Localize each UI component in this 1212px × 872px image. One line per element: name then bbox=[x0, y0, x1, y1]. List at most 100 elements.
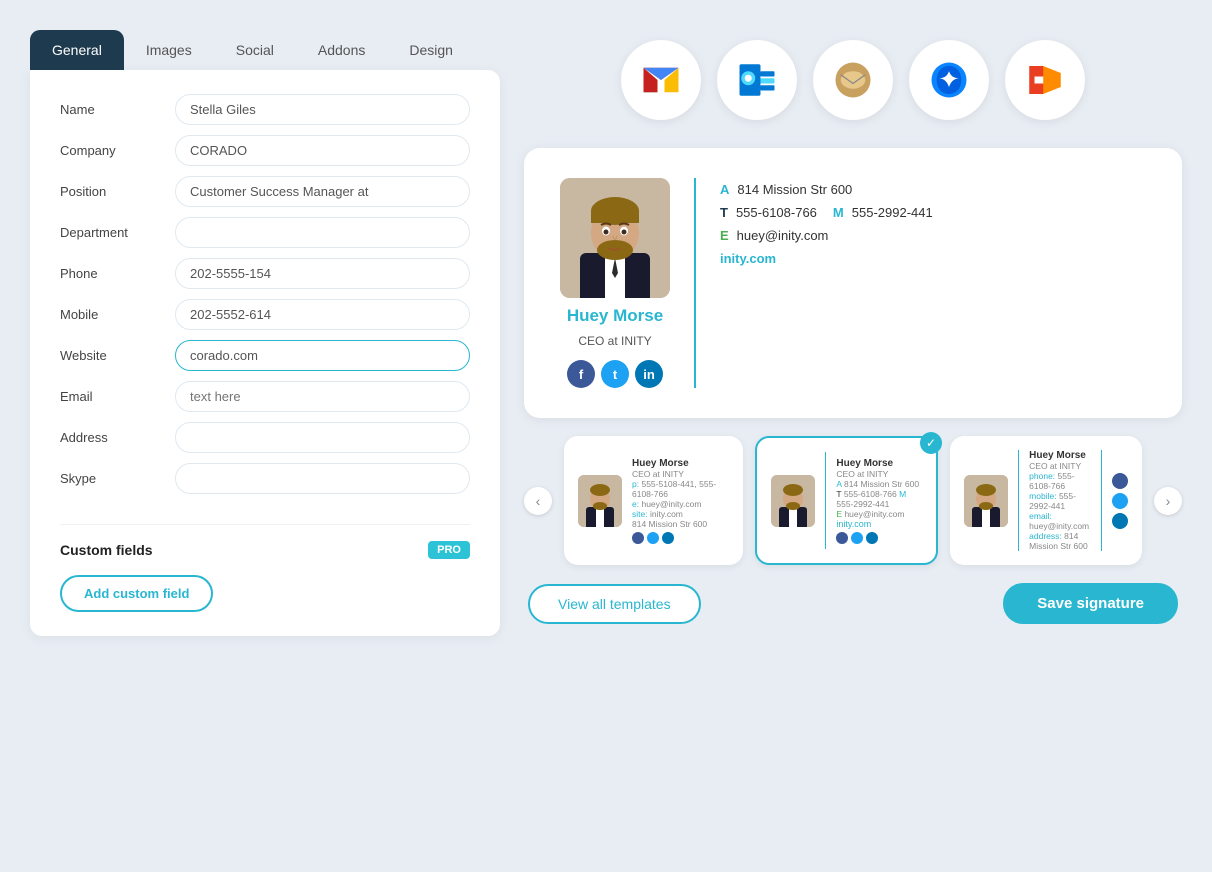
outlook-client-icon[interactable] bbox=[717, 40, 797, 120]
action-row: View all templates Save signature bbox=[524, 583, 1182, 624]
template-3-divider bbox=[1018, 450, 1019, 551]
template-3-title: CEO at INITY bbox=[1029, 461, 1091, 471]
signature-inner: Huey Morse CEO at INITY f t in A 814 Mis… bbox=[560, 178, 1146, 388]
sig-phone-key: T bbox=[720, 205, 728, 220]
pro-badge: PRO bbox=[428, 541, 470, 559]
facebook-icon[interactable]: f bbox=[567, 360, 595, 388]
template-1-email: e: huey@inity.com bbox=[632, 499, 729, 509]
templates-row: ‹ Huey Morse CEO at INITY bbox=[524, 436, 1182, 565]
tab-social[interactable]: Social bbox=[214, 30, 296, 70]
template-card-2[interactable]: ✓ Huey Morse CEO at INITY bbox=[755, 436, 938, 565]
template-2-divider bbox=[825, 452, 826, 549]
office365-client-icon[interactable] bbox=[1005, 40, 1085, 120]
left-panel: General Images Social Addons Design Name… bbox=[30, 30, 500, 636]
mobile-input[interactable] bbox=[175, 299, 470, 330]
view-templates-button[interactable]: View all templates bbox=[528, 584, 701, 624]
skype-row: Skype bbox=[60, 463, 470, 494]
template-3-name: Huey Morse bbox=[1029, 450, 1091, 461]
email-row: Email bbox=[60, 381, 470, 412]
add-custom-field-button[interactable]: Add custom field bbox=[60, 575, 213, 612]
company-label: Company bbox=[60, 143, 175, 158]
custom-fields-title: Custom fields bbox=[60, 542, 153, 558]
website-label: Website bbox=[60, 348, 175, 363]
template-card-3[interactable]: Huey Morse CEO at INITY phone: 555-6108-… bbox=[950, 436, 1142, 565]
template-1-social bbox=[632, 532, 729, 544]
twitter-icon[interactable]: t bbox=[601, 360, 629, 388]
sig-phone-row: T 555-6108-766 M 555-2992-441 bbox=[720, 205, 933, 220]
tab-general[interactable]: General bbox=[30, 30, 124, 70]
name-label: Name bbox=[60, 102, 175, 117]
department-input[interactable] bbox=[175, 217, 470, 248]
company-row: Company bbox=[60, 135, 470, 166]
gmail-client-icon[interactable] bbox=[621, 40, 701, 120]
signature-divider bbox=[694, 178, 696, 388]
name-row: Name bbox=[60, 94, 470, 125]
email-clients-row bbox=[524, 30, 1182, 130]
company-input[interactable] bbox=[175, 135, 470, 166]
template-1-info: Huey Morse CEO at INITY p: 555-5108-441,… bbox=[632, 458, 729, 544]
sig-address-row: A 814 Mission Str 600 bbox=[720, 182, 933, 197]
linkedin-icon[interactable]: in bbox=[635, 360, 663, 388]
templates-prev-button[interactable]: ‹ bbox=[524, 487, 552, 515]
sig-website-value[interactable]: inity.com bbox=[720, 251, 776, 266]
tab-design[interactable]: Design bbox=[387, 30, 475, 70]
signature-name: Huey Morse bbox=[567, 306, 663, 326]
template-2-phone: T 555-6108-766 M 555-2992-441 bbox=[836, 489, 922, 509]
tab-images[interactable]: Images bbox=[124, 30, 214, 70]
sig-email-value: huey@inity.com bbox=[737, 228, 829, 243]
tab-bar: General Images Social Addons Design bbox=[30, 30, 500, 70]
address-input[interactable] bbox=[175, 422, 470, 453]
sig-address-value: 814 Mission Str 600 bbox=[737, 182, 852, 197]
template-3-address: address: 814 Mission Str 600 bbox=[1029, 531, 1091, 551]
template-1-phone: p: 555-5108-441, 555-6108-766 bbox=[632, 479, 729, 499]
email-label: Email bbox=[60, 389, 175, 404]
template-card-1[interactable]: Huey Morse CEO at INITY p: 555-5108-441,… bbox=[564, 436, 743, 565]
template-3-avatar bbox=[964, 475, 1008, 527]
template-2-avatar bbox=[771, 475, 815, 527]
template-3-phone: phone: 555-6108-766 bbox=[1029, 471, 1091, 491]
sig-address-key: A bbox=[720, 182, 729, 197]
website-input[interactable] bbox=[175, 340, 470, 371]
template-3-mobile: mobile: 555-2992-441 bbox=[1029, 491, 1091, 511]
custom-fields-section: Custom fields PRO Add custom field bbox=[60, 524, 470, 612]
sig-website-row: inity.com bbox=[720, 251, 933, 266]
templates-next-button[interactable]: › bbox=[1154, 487, 1182, 515]
template-2-social bbox=[836, 532, 922, 544]
position-row: Position bbox=[60, 176, 470, 207]
apple-mail-client-icon[interactable] bbox=[813, 40, 893, 120]
right-panel: Huey Morse CEO at INITY f t in A 814 Mis… bbox=[524, 30, 1182, 624]
template-2-title: CEO at INITY bbox=[836, 469, 922, 479]
template-2-name: Huey Morse bbox=[836, 458, 922, 469]
template-1-address: 814 Mission Str 600 bbox=[632, 519, 729, 529]
department-row: Department bbox=[60, 217, 470, 248]
template-1-avatar bbox=[578, 475, 622, 527]
template-2-address: A 814 Mission Str 600 bbox=[836, 479, 922, 489]
department-label: Department bbox=[60, 225, 175, 240]
phone-row: Phone bbox=[60, 258, 470, 289]
address-label: Address bbox=[60, 430, 175, 445]
signature-right: A 814 Mission Str 600 T 555-6108-766 M 5… bbox=[720, 178, 933, 266]
email-input[interactable] bbox=[175, 381, 470, 412]
signature-avatar bbox=[560, 178, 670, 298]
form-card: Name Company Position Department Phone M… bbox=[30, 70, 500, 636]
sig-email-row: E huey@inity.com bbox=[720, 228, 933, 243]
template-1-website: site: inity.com bbox=[632, 509, 729, 519]
position-label: Position bbox=[60, 184, 175, 199]
template-1-name: Huey Morse bbox=[632, 458, 729, 469]
tab-addons[interactable]: Addons bbox=[296, 30, 387, 70]
save-signature-button[interactable]: Save signature bbox=[1003, 583, 1178, 624]
custom-fields-header: Custom fields PRO bbox=[60, 541, 470, 559]
signature-title: CEO at INITY bbox=[578, 334, 651, 348]
sig-phone-value: 555-6108-766 bbox=[736, 205, 817, 220]
skype-input[interactable] bbox=[175, 463, 470, 494]
phone-input[interactable] bbox=[175, 258, 470, 289]
thunderbird-client-icon[interactable] bbox=[909, 40, 989, 120]
sig-mobile-key: M bbox=[833, 205, 844, 220]
template-2-info: Huey Morse CEO at INITY A 814 Mission St… bbox=[836, 458, 922, 544]
mobile-label: Mobile bbox=[60, 307, 175, 322]
template-2-email: E huey@inity.com bbox=[836, 509, 922, 519]
position-input[interactable] bbox=[175, 176, 470, 207]
name-input[interactable] bbox=[175, 94, 470, 125]
phone-label: Phone bbox=[60, 266, 175, 281]
sig-email-key: E bbox=[720, 228, 729, 243]
